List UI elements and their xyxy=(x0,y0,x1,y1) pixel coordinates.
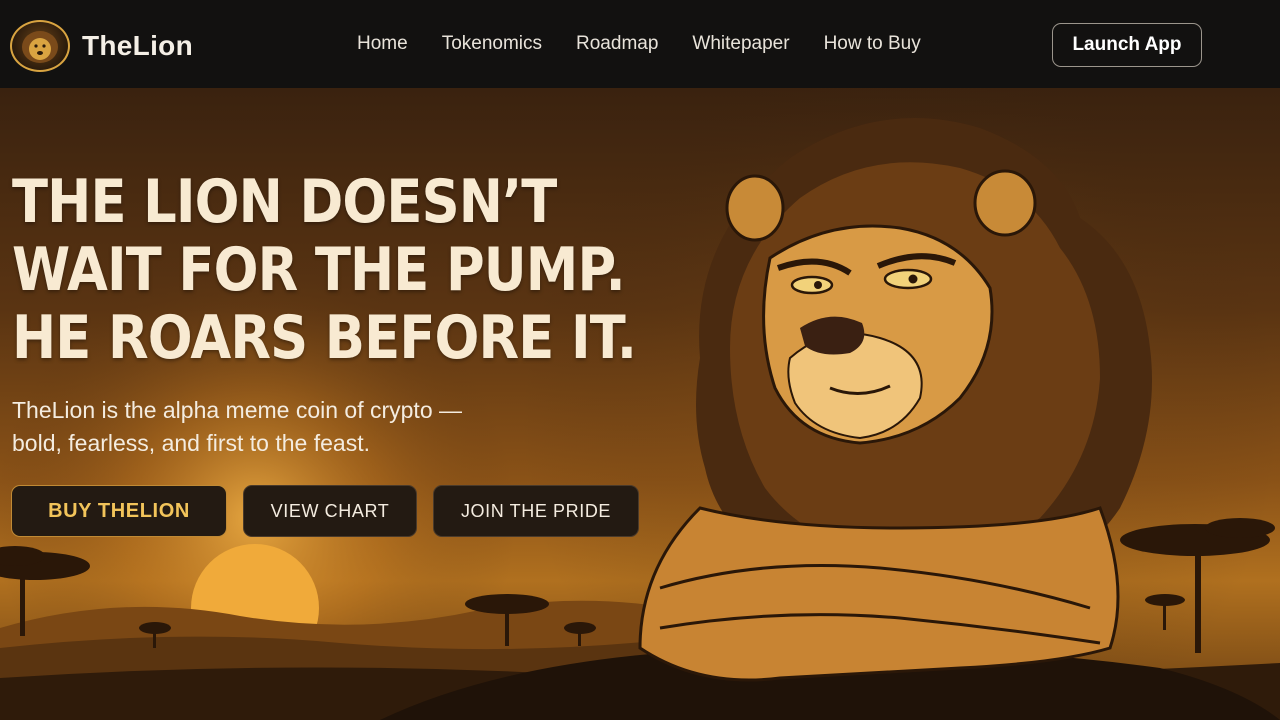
buy-thelion-button[interactable]: BUY THELION xyxy=(11,485,227,537)
nav-link-home[interactable]: Home xyxy=(357,33,408,55)
nav-link-whitepaper[interactable]: Whitepaper xyxy=(692,33,789,55)
subtitle-line-1: TheLion is the alpha meme coin of crypto… xyxy=(12,397,463,423)
headline-line-1: THE LION DOESN’T xyxy=(12,167,557,237)
subtitle-line-2: bold, fearless, and first to the feast. xyxy=(12,430,370,456)
nav-link-tokenomics[interactable]: Tokenomics xyxy=(442,33,542,55)
hero-section: THE LION DOESN’T WAIT FOR THE PUMP. HE R… xyxy=(0,88,1280,720)
main-nav: Home Tokenomics Roadmap Whitepaper How t… xyxy=(340,0,938,88)
lion-logo-icon xyxy=(10,20,70,72)
join-the-pride-button[interactable]: JOIN THE PRIDE xyxy=(433,485,639,537)
nav-link-roadmap[interactable]: Roadmap xyxy=(576,33,658,55)
headline-line-2: WAIT FOR THE PUMP. xyxy=(12,235,626,305)
brand-name: TheLion xyxy=(82,30,193,61)
view-chart-button[interactable]: VIEW CHART xyxy=(243,485,417,537)
hero-subtitle: TheLion is the alpha meme coin of crypto… xyxy=(12,394,572,460)
headline-line-3: HE ROARS BEFORE IT. xyxy=(12,303,637,373)
top-navbar: TheLion Home Tokenomics Roadmap Whitepap… xyxy=(0,0,1280,88)
hero-headline: THE LION DOESN’T WAIT FOR THE PUMP. HE R… xyxy=(12,168,652,372)
launch-app-button[interactable]: Launch App xyxy=(1052,23,1202,67)
nav-link-how-to-buy[interactable]: How to Buy xyxy=(824,33,921,55)
brand[interactable]: TheLion xyxy=(10,20,193,72)
